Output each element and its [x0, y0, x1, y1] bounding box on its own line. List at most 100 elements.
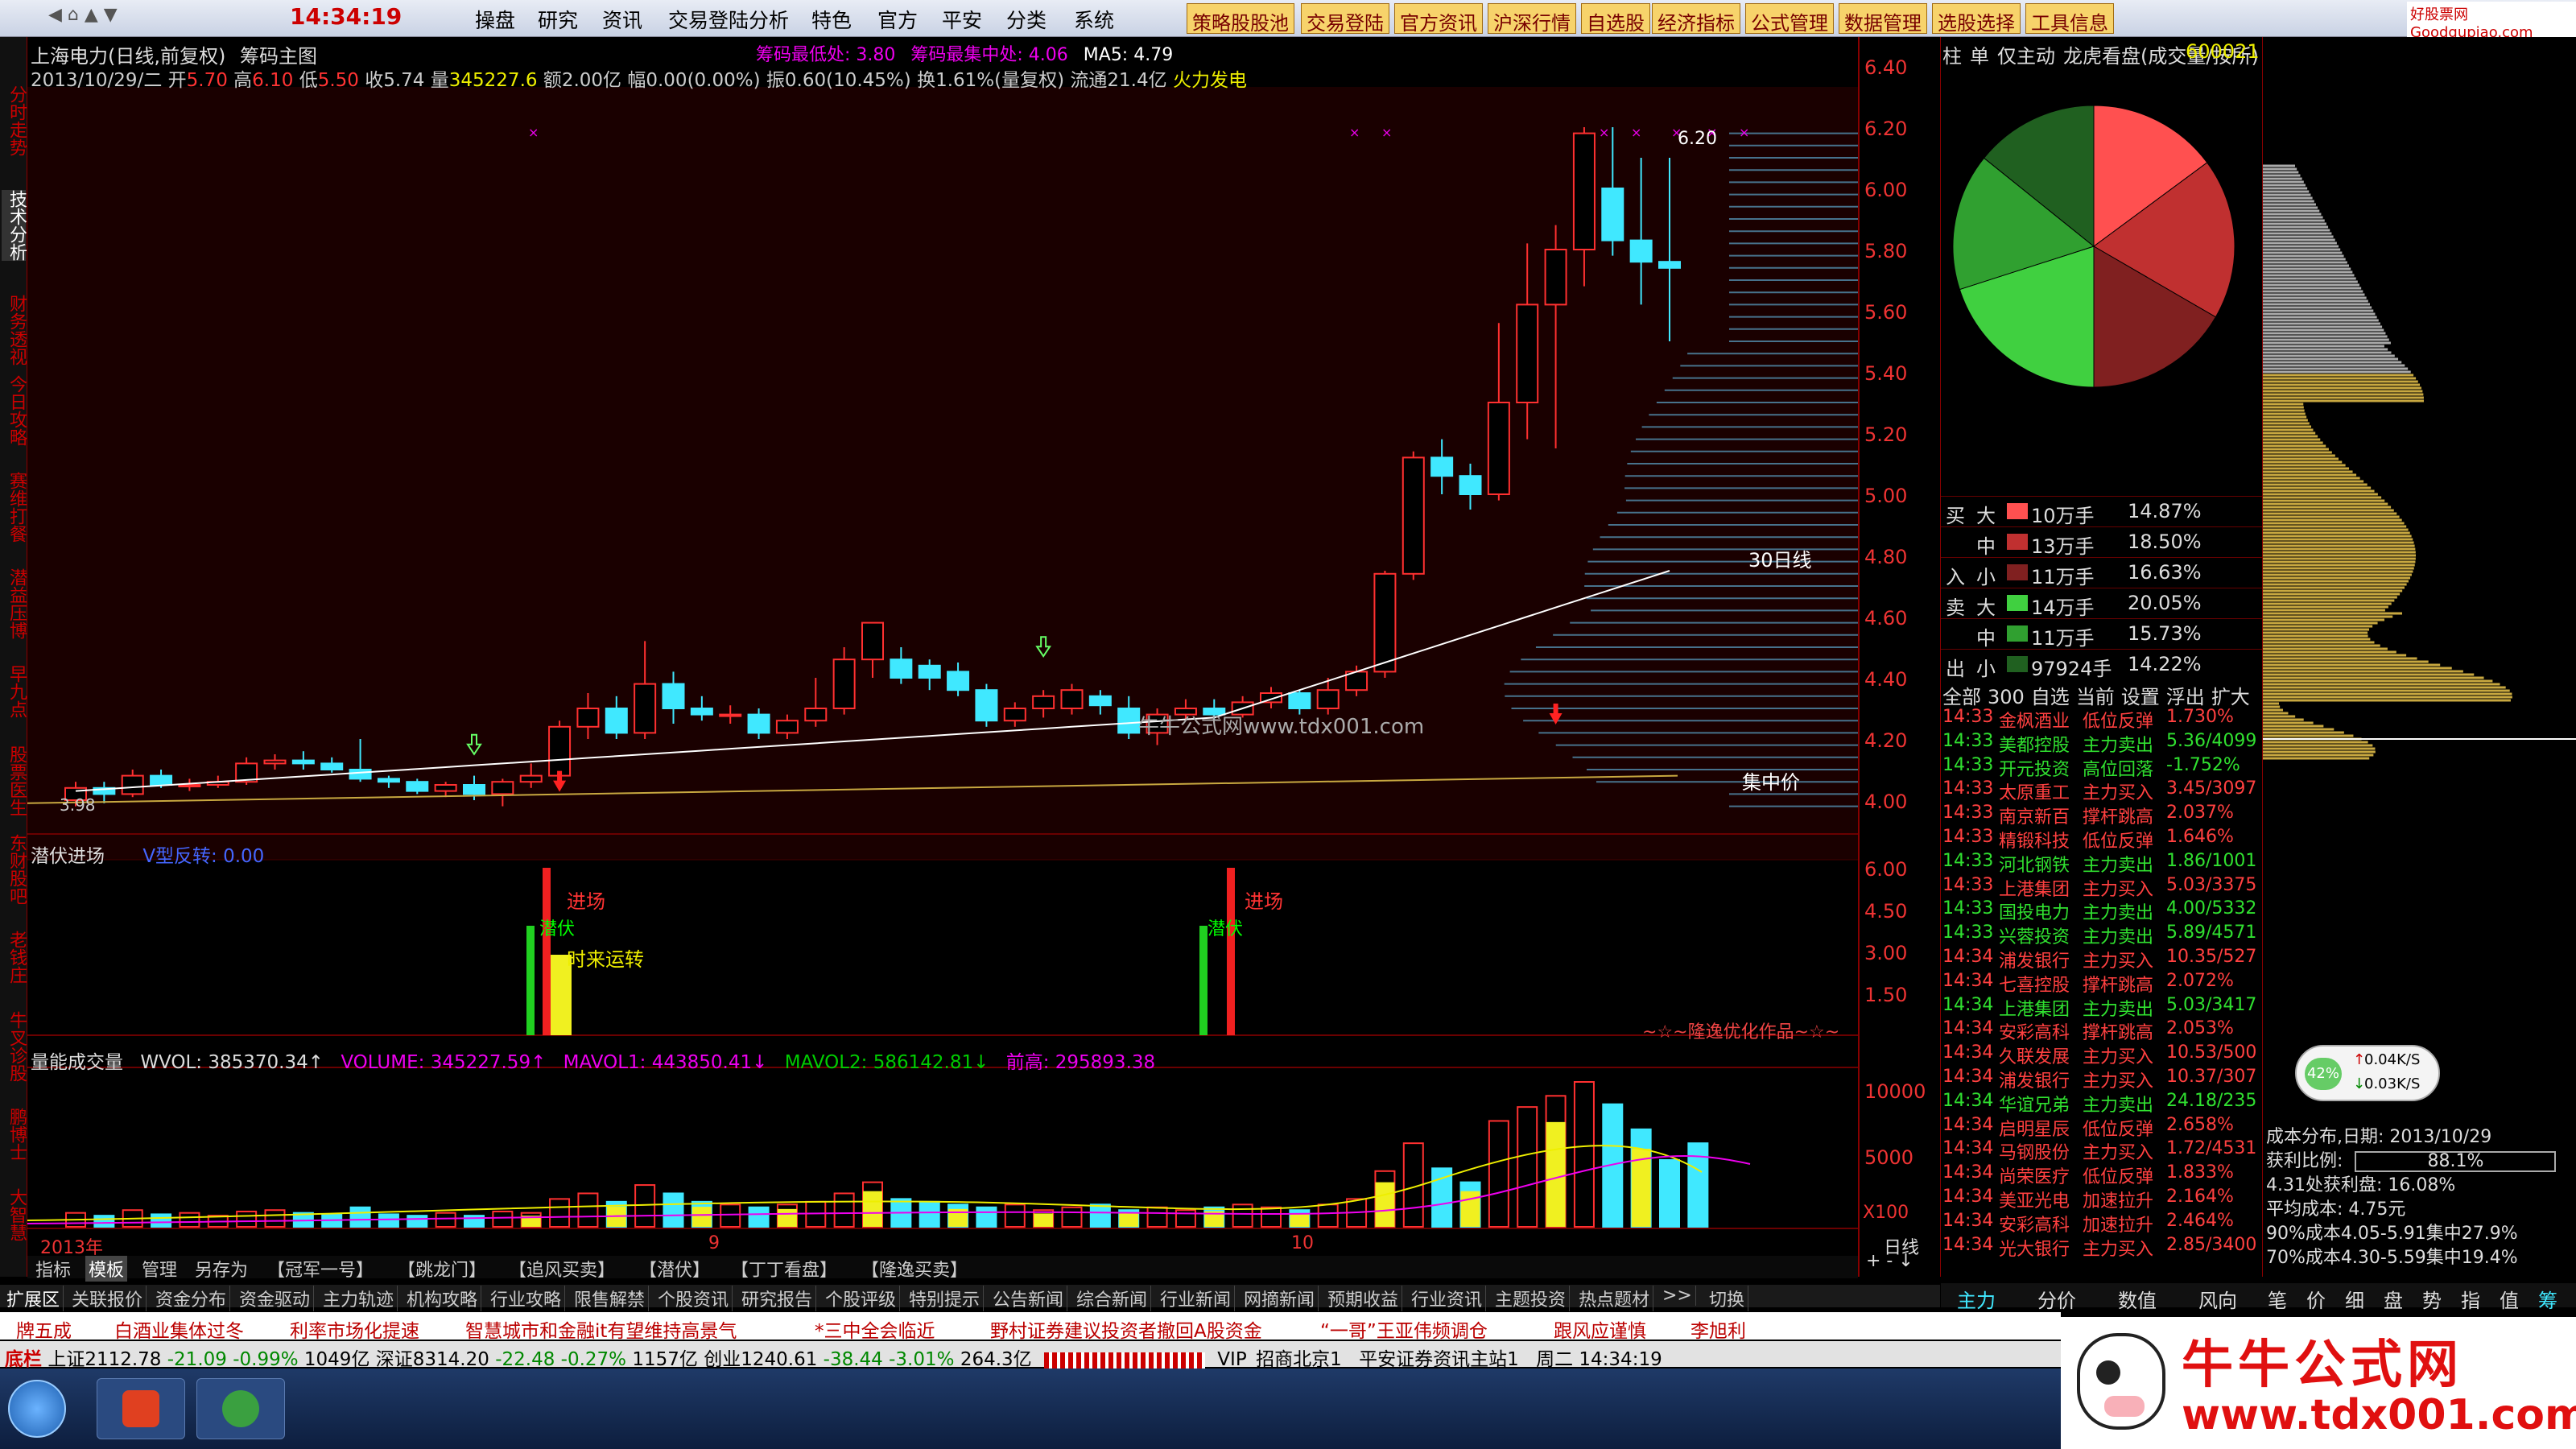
ext-tab-5[interactable]: 机构攻略	[403, 1286, 482, 1311]
news-item-7[interactable]: 跟风应谨慎	[1554, 1315, 1646, 1343]
feed-row[interactable]: 14:33 金枫酒业 低位反弹 1.730%	[1941, 707, 2263, 732]
rpanel-tab-1[interactable]: 单	[1970, 45, 1989, 68]
rpanel-bottom-tab-1[interactable]: 分价	[2037, 1285, 2076, 1313]
news-item-2[interactable]: 利率市场化提速	[290, 1315, 419, 1343]
toolbar-button-7[interactable]: 数据管理	[1839, 3, 1927, 35]
toolbar-button-9[interactable]: 工具信息	[2025, 3, 2114, 35]
news-item-1[interactable]: 白酒业集体过冬	[114, 1315, 244, 1343]
toolbar-button-6[interactable]: 公式管理	[1745, 3, 1834, 35]
news-item-0[interactable]: 牌五成	[16, 1315, 72, 1343]
sub2-title[interactable]: 量能成交量	[31, 1052, 123, 1073]
feed-row[interactable]: 14:33 开元投资 高位回落 -1.752%	[1941, 755, 2263, 780]
feed-row[interactable]: 14:33 上港集团 主力买入 5.03/3375	[1941, 875, 2263, 900]
feed-row[interactable]: 14:34 华谊兄弟 主力卖出 24.18/235	[1941, 1091, 2263, 1116]
cdist-tab-3[interactable]: 盘	[2384, 1285, 2403, 1313]
toolbar-button-1[interactable]: 交易登陆	[1301, 3, 1389, 35]
left-tab-12[interactable]: 大智慧	[2, 1188, 27, 1241]
news-item-3[interactable]: 智慧城市和金融it有望维持高景气	[465, 1315, 737, 1343]
ext-tab-4[interactable]: 主力轨迹	[320, 1286, 398, 1311]
feed-row[interactable]: 14:33 太原重工 主力买入 3.45/3097	[1941, 778, 2263, 803]
feed-row[interactable]: 14:33 南京新百 撑杆跳高 2.037%	[1941, 803, 2263, 828]
ext-tab-3[interactable]: 资金驱动	[236, 1286, 315, 1311]
menu-item-2[interactable]: 资讯	[602, 5, 642, 34]
left-tab-8[interactable]: 东财股吧	[2, 834, 27, 905]
news-ticker[interactable]: 牌五成 白酒业集体过冬 利率市场化提速 智慧城市和金融it有望维持高景气 *三中全会临近…	[0, 1312, 2061, 1343]
rpanel-tab-2[interactable]: 仅主动	[1997, 45, 2055, 68]
ext-tab-11[interactable]: 特别提示	[906, 1286, 985, 1311]
news-item-6[interactable]: “一哥”王亚伟频调仓	[1320, 1315, 1488, 1343]
feed-filter-3[interactable]: 当前	[2076, 686, 2115, 708]
feed-row[interactable]: 14:34 美亚光电 加速拉升 2.164%	[1941, 1187, 2263, 1212]
feed-row[interactable]: 14:34 久联发展 主力买入 10.53/500	[1941, 1042, 2263, 1067]
cdist-tab-5[interactable]: 指	[2461, 1285, 2480, 1313]
formula-tab-0[interactable]: 指标	[32, 1256, 74, 1282]
feed-row[interactable]: 14:34 安彩高科 加速拉升 2.464%	[1941, 1211, 2263, 1236]
feed-row[interactable]: 14:34 浦发银行 主力买入 10.37/307	[1941, 1067, 2263, 1092]
feed-row[interactable]: 14:33 精锻科技 低位反弹 1.646%	[1941, 827, 2263, 852]
ext-tab-17[interactable]: 行业资讯	[1408, 1286, 1487, 1311]
ext-tab-2[interactable]: 资金分布	[152, 1286, 231, 1311]
left-tab-0[interactable]: 分时走势	[2, 85, 27, 156]
rpanel-bottom-tab-2[interactable]: 数值	[2118, 1285, 2157, 1313]
ext-tab-20[interactable]: >>	[1659, 1286, 1696, 1306]
left-tab-7[interactable]: 股票医生	[2, 745, 27, 816]
left-tab-10[interactable]: 牛叉诊股	[2, 1011, 27, 1082]
ext-tab-15[interactable]: 网摘新闻	[1241, 1286, 1319, 1311]
feed-row[interactable]: 14:34 启明星辰 低位反弹 2.658%	[1941, 1115, 2263, 1140]
left-tab-1[interactable]: 技术分析	[2, 190, 27, 261]
menu-item-5[interactable]: 官方	[877, 5, 918, 34]
feed-row[interactable]: 14:33 国投电力 主力卖出 4.00/5332	[1941, 898, 2263, 923]
news-item-5[interactable]: 野村证券建议投资者撤回A股资金	[990, 1315, 1262, 1343]
left-tab-5[interactable]: 潜益压博	[2, 568, 27, 639]
ext-tab-14[interactable]: 行业新闻	[1157, 1286, 1236, 1311]
ext-tab-10[interactable]: 个股评级	[822, 1286, 901, 1311]
ext-tab-12[interactable]: 公告新闻	[989, 1286, 1068, 1311]
sub1-title[interactable]: 潜伏进场	[31, 846, 105, 867]
toolbar-button-5[interactable]: 经济指标	[1652, 3, 1740, 35]
rpanel-bottom-tab-3[interactable]: 风向	[2198, 1285, 2237, 1313]
feed-row[interactable]: 14:33 美都控股 主力卖出 5.36/4099	[1941, 731, 2263, 756]
menu-item-3[interactable]: 交易登陆分析	[668, 5, 789, 34]
feed-filter-0[interactable]: 全部	[1942, 686, 1981, 708]
vip-server[interactable]: VIP_招商北京1	[1217, 1349, 1342, 1370]
feed-filter-5[interactable]: 浮出	[2166, 686, 2205, 708]
ext-tab-16[interactable]: 预期收益	[1324, 1286, 1403, 1311]
left-tab-2[interactable]: 财务透视	[2, 295, 27, 365]
candle-32[interactable]	[975, 683, 998, 727]
taskbar-app-ie-icon[interactable]	[196, 1378, 285, 1439]
menu-item-7[interactable]: 分类	[1006, 5, 1046, 34]
feed-row[interactable]: 14:34 浦发银行 主力买入 10.35/527	[1941, 947, 2263, 972]
left-tab-6[interactable]: 早九点	[2, 665, 27, 718]
toolbar-button-8[interactable]: 选股选择	[1932, 3, 2021, 35]
cdist-tab-4[interactable]: 势	[2422, 1285, 2442, 1313]
ext-tab-9[interactable]: 研究报告	[738, 1286, 817, 1311]
feed-row[interactable]: 14:34 七喜控股 撑杆跳高 2.072%	[1941, 971, 2263, 996]
ext-tab-13[interactable]: 综合新闻	[1073, 1286, 1152, 1311]
rpanel-bottom-tab-0[interactable]: 主力	[1957, 1285, 1996, 1313]
feed-row[interactable]: 14:34 马钢股份 主力买入 1.72/4531	[1941, 1138, 2263, 1163]
main-chart-area[interactable]: × × × × × × × × 上海电力(日线,前复权) 筹码主图 2013/10/29/二 …	[27, 37, 1858, 1277]
feed-filter-4[interactable]: 设置	[2121, 686, 2160, 708]
taskbar-app-tdx-icon[interactable]	[97, 1378, 185, 1439]
candle-12[interactable]	[406, 778, 429, 795]
formula-tab-1[interactable]: 模板	[85, 1256, 128, 1282]
formula-tab-2[interactable]: 管理	[138, 1256, 180, 1282]
feed-filter-2[interactable]: 自选	[2031, 686, 2070, 708]
day-period-tab[interactable]: 日线	[1884, 1233, 1919, 1259]
feed-row[interactable]: 14:34 安彩高科 撑杆跳高 2.053%	[1941, 1018, 2263, 1043]
formula-tab-9[interactable]: 【隆逸买卖】	[858, 1256, 971, 1282]
feed-row[interactable]: 14:34 上港集团 主力卖出 5.03/3417	[1941, 995, 2263, 1020]
toolbar-button-0[interactable]: 策略股股池	[1187, 3, 1294, 35]
ext-tab-18[interactable]: 主题投资	[1492, 1286, 1571, 1311]
ext-tab-21[interactable]: 切换	[1706, 1286, 1749, 1311]
news-item-8[interactable]: 李旭利	[1690, 1315, 1746, 1343]
candle-47[interactable]	[1402, 451, 1425, 580]
feed-row[interactable]: 14:33 河北钢铁 主力卖出 1.86/1001	[1941, 851, 2263, 876]
ext-tab-1[interactable]: 关联报价	[68, 1286, 147, 1311]
menu-item-4[interactable]: 特色	[811, 5, 852, 34]
feed-filter-6[interactable]: 扩大	[2211, 686, 2250, 708]
status-bar-label[interactable]: 底栏	[5, 1349, 42, 1370]
feed-row[interactable]: 14:33 兴蓉投资 主力卖出 5.89/4571	[1941, 923, 2263, 947]
formula-tab-8[interactable]: 【丁丁看盘】	[728, 1256, 840, 1282]
cdist-tab-7[interactable]: 筹	[2538, 1285, 2557, 1313]
